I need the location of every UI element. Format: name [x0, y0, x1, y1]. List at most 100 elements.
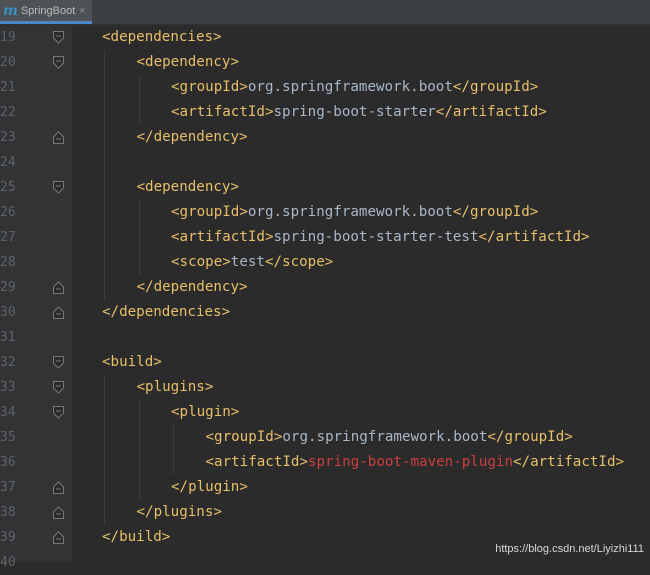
code-line[interactable]: 36 <artifactId>spring-boot-maven-plugin</…	[0, 450, 650, 475]
line-number: 27	[0, 230, 16, 245]
code-text: <artifactId>spring-boot-maven-plugin</ar…	[206, 450, 625, 475]
xml-text: org.springframework.boot	[247, 204, 453, 220]
xml-tag: </scope>	[264, 254, 334, 270]
line-number: 20	[0, 55, 16, 70]
xml-tag: </build>	[102, 529, 171, 545]
xml-tag: </plugins>	[136, 504, 222, 520]
line-number: 24	[0, 155, 16, 170]
xml-tag: <plugin>	[171, 404, 240, 420]
xml-tag: <plugins>	[136, 379, 214, 395]
fold-collapse-icon[interactable]	[53, 56, 64, 69]
code-line[interactable]: 19 <dependencies>	[0, 25, 650, 50]
xml-tag: <build>	[102, 354, 162, 370]
xml-tag: <dependencies>	[102, 29, 222, 45]
fold-collapse-icon[interactable]	[53, 381, 64, 394]
line-number: 22	[0, 105, 16, 120]
xml-text: spring-boot-starter-test	[273, 229, 479, 245]
xml-tag: </dependency>	[136, 129, 248, 145]
line-number: 40	[0, 555, 16, 570]
code-line[interactable]: 26 <groupId>org.springframework.boot</gro…	[0, 200, 650, 225]
code-text: <scope>test</scope>	[171, 250, 333, 275]
code-line[interactable]: 25 <dependency>	[0, 175, 650, 200]
xml-tag: <dependency>	[136, 179, 240, 195]
code-text: <artifactId>spring-boot-starter</artifac…	[171, 100, 547, 125]
code-text: <build>	[102, 350, 162, 375]
xml-tag: </groupId>	[487, 429, 573, 445]
fold-end-icon[interactable]	[53, 531, 64, 544]
fold-end-icon[interactable]	[53, 281, 64, 294]
xml-tag: </groupId>	[452, 79, 539, 95]
close-icon[interactable]: ×	[79, 5, 85, 17]
code-text: <dependency>	[137, 175, 240, 200]
xml-tag: <groupId>	[205, 429, 283, 445]
code-text: </plugins>	[137, 500, 222, 525]
xml-text: org.springframework.boot	[282, 429, 488, 445]
line-number: 36	[0, 455, 16, 470]
line-number: 28	[0, 255, 16, 270]
code-line[interactable]: 24	[0, 150, 650, 175]
code-text: <plugin>	[171, 400, 239, 425]
fold-collapse-icon[interactable]	[53, 356, 64, 369]
xml-tag: </groupId>	[452, 204, 539, 220]
line-number: 26	[0, 205, 16, 220]
code-text: </plugin>	[171, 475, 248, 500]
code-line[interactable]: 32 <build>	[0, 350, 650, 375]
maven-m-icon: m	[3, 2, 18, 19]
line-number: 19	[0, 30, 16, 45]
code-line[interactable]: 28 <scope>test</scope>	[0, 250, 650, 275]
fold-end-icon[interactable]	[53, 131, 64, 144]
xml-tag: <scope>	[171, 254, 231, 270]
code-text: <dependency>	[137, 50, 240, 75]
xml-tag: <dependency>	[136, 54, 240, 70]
line-number: 34	[0, 405, 16, 420]
line-number: 21	[0, 80, 16, 95]
xml-text: test	[230, 254, 265, 270]
fold-collapse-icon[interactable]	[53, 181, 64, 194]
code-line[interactable]: 34 <plugin>	[0, 400, 650, 425]
xml-tag: </artifactId>	[513, 454, 625, 470]
code-line[interactable]: 30 </dependencies>	[0, 300, 650, 325]
unresolved-value: spring-boot-maven-plugin	[308, 454, 513, 470]
code-text: </dependency>	[137, 275, 248, 300]
code-line[interactable]: 35 <groupId>org.springframework.boot</gro…	[0, 425, 650, 450]
xml-tag: </artifactId>	[435, 104, 547, 120]
line-number: 32	[0, 355, 16, 370]
tab-label: SpringBoot	[20, 4, 76, 17]
watermark: https://blog.csdn.net/Liyizhi111	[495, 543, 644, 555]
line-number: 37	[0, 480, 16, 495]
xml-text: org.springframework.boot	[247, 79, 453, 95]
code-line[interactable]: 37 </plugin>	[0, 475, 650, 500]
xml-tag: <groupId>	[171, 204, 248, 220]
code-text: <plugins>	[137, 375, 214, 400]
code-line[interactable]: 21 <groupId>org.springframework.boot</gro…	[0, 75, 650, 100]
code-editor[interactable]: 19 <dependencies> 20 <dependency> 21 <groupId…	[0, 25, 650, 570]
xml-text: spring-boot-starter	[273, 104, 436, 120]
code-text: <groupId>org.springframework.boot</group…	[171, 75, 538, 100]
fold-collapse-icon[interactable]	[53, 406, 64, 419]
fold-end-icon[interactable]	[53, 306, 64, 319]
line-number: 30	[0, 305, 16, 320]
code-line[interactable]: 29 </dependency>	[0, 275, 650, 300]
code-line[interactable]: 38 </plugins>	[0, 500, 650, 525]
code-text: </dependencies>	[102, 300, 230, 325]
code-text: <groupId>org.springframework.boot</group…	[206, 425, 573, 450]
code-line[interactable]: 31	[0, 325, 650, 350]
tab-springboot[interactable]: m SpringBoot ×	[0, 0, 92, 24]
code-line[interactable]: 20 <dependency>	[0, 50, 650, 75]
code-line[interactable]: 22 <artifactId>spring-boot-starter</artif…	[0, 100, 650, 125]
fold-collapse-icon[interactable]	[53, 31, 64, 44]
code-line[interactable]: 23 </dependency>	[0, 125, 650, 150]
line-number: 29	[0, 280, 16, 295]
code-text: <groupId>org.springframework.boot</group…	[171, 200, 538, 225]
xml-tag: <artifactId>	[171, 229, 274, 245]
xml-tag: </plugin>	[171, 479, 248, 495]
code-text: <artifactId>spring-boot-starter-test</ar…	[171, 225, 590, 250]
line-number: 38	[0, 505, 16, 520]
xml-tag: <artifactId>	[205, 454, 309, 470]
fold-end-icon[interactable]	[53, 506, 64, 519]
fold-end-icon[interactable]	[53, 481, 64, 494]
line-number: 23	[0, 130, 16, 145]
code-line[interactable]: 27 <artifactId>spring-boot-starter-test</…	[0, 225, 650, 250]
code-line[interactable]: 33 <plugins>	[0, 375, 650, 400]
line-number: 39	[0, 530, 16, 545]
